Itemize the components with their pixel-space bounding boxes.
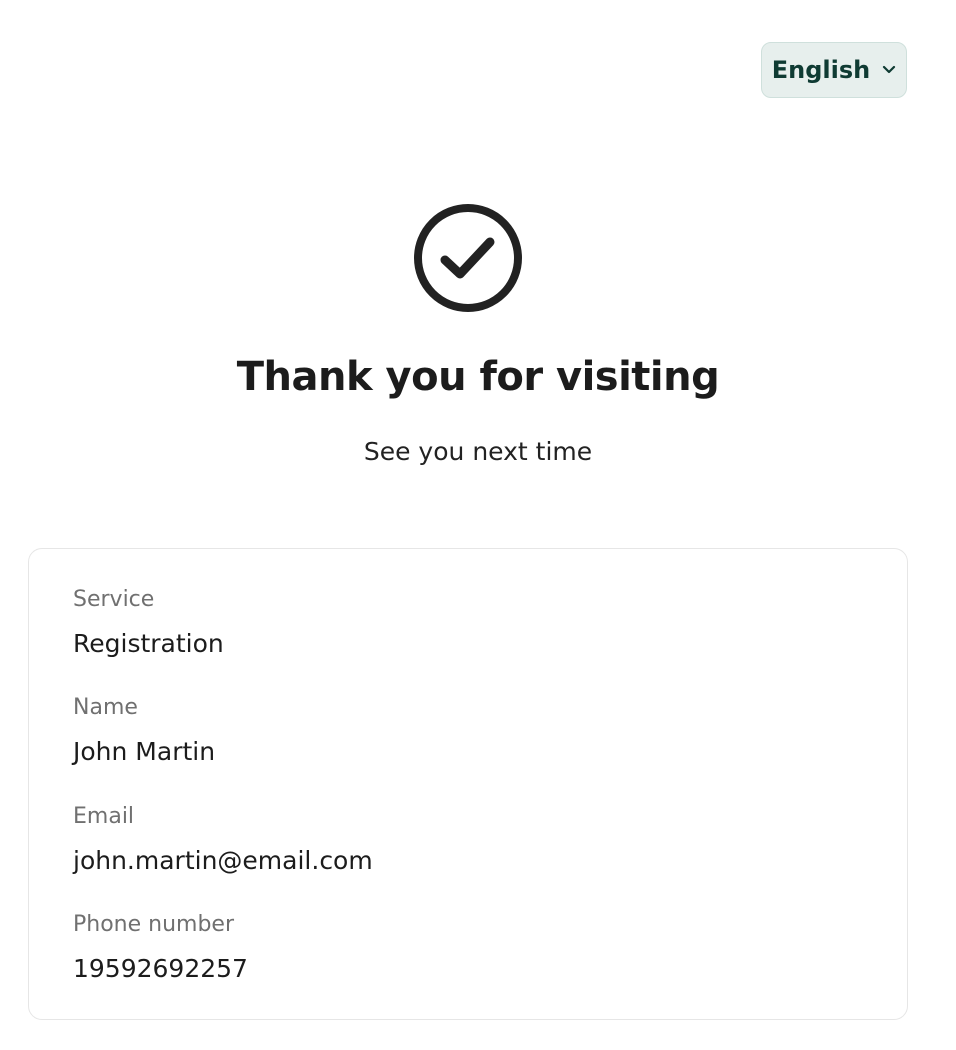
page-title: Thank you for visiting [236,354,720,400]
detail-label: Service [73,587,155,612]
detail-value: 19592692257 [73,954,248,983]
detail-email: Email john.martin@email.com [73,803,373,877]
detail-label: Email [73,804,135,829]
detail-label: Phone number [73,912,235,937]
detail-value: john.martin@email.com [73,846,373,875]
detail-value: John Martin [73,737,216,766]
chevron-down-icon [882,65,896,75]
detail-value: Registration [73,629,224,658]
visit-details-card: Service Registration Name John Martin Em… [28,548,908,1020]
detail-label: Name [73,695,138,720]
detail-name: Name John Martin [73,694,215,768]
language-selector[interactable]: English [761,42,907,98]
detail-phone: Phone number 19592692257 [73,911,248,985]
detail-service: Service Registration [73,586,224,660]
page-subtitle: See you next time [363,437,593,466]
language-selected-label: English [771,56,871,84]
check-circle-icon [412,202,524,314]
